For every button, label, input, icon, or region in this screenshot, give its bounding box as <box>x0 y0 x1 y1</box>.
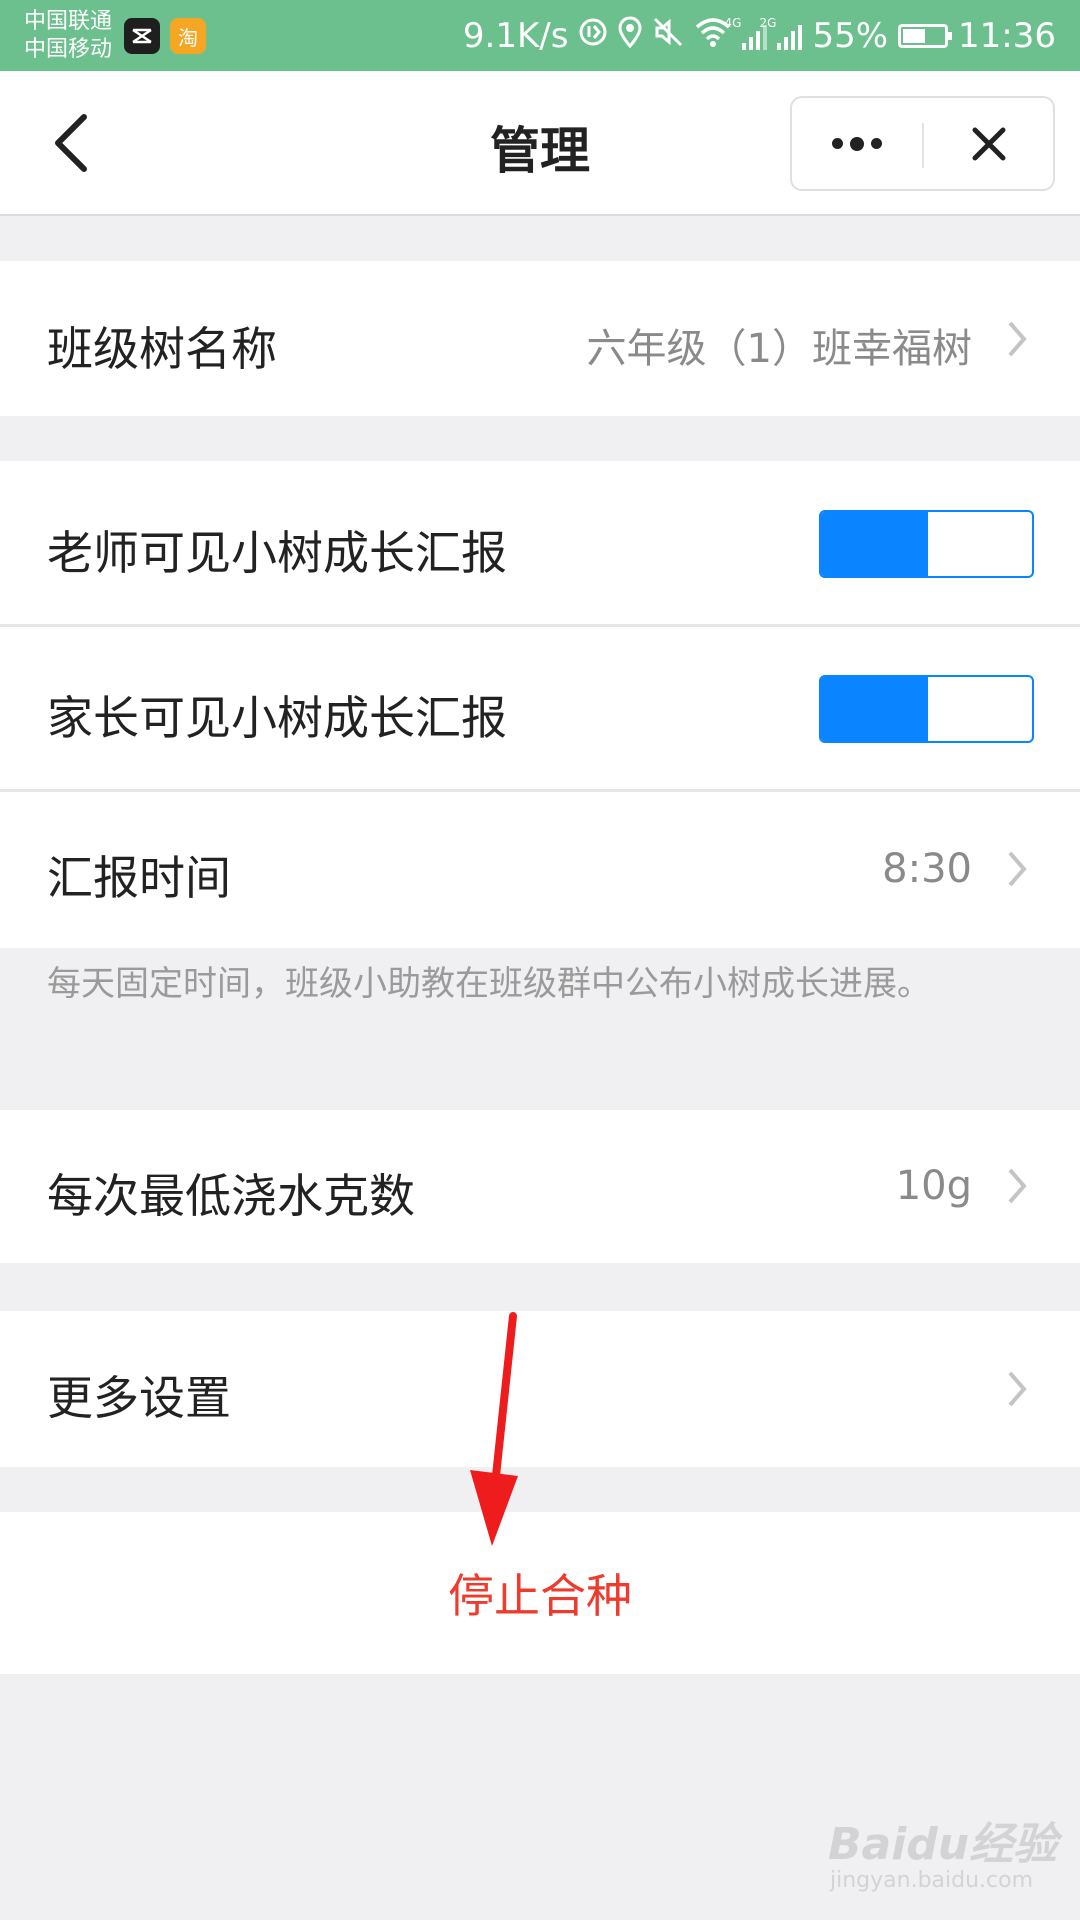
taobao-icon: 淘 <box>170 18 206 54</box>
data-saver-icon <box>578 16 608 56</box>
more-button[interactable] <box>792 98 922 189</box>
mini-program-capsule <box>790 96 1055 191</box>
chevron-right-icon <box>1008 321 1027 357</box>
stop-cotree-label: 停止合种 <box>448 1569 632 1623</box>
status-bar: 中国联通 中国移动 淘 9.1K/s 4G 2G 55% 11:36 <box>0 0 1080 71</box>
chevron-right-icon <box>1008 851 1027 887</box>
report-time-label: 汇报时间 <box>47 851 231 905</box>
stop-cotree-button[interactable]: 停止合种 <box>0 1512 1080 1674</box>
baidu-jingyan-watermark: Baidu经验 jingyan.baidu.com <box>828 1808 1058 1908</box>
teacher-visible-label: 老师可见小树成长汇报 <box>47 526 507 580</box>
parent-visible-label: 家长可见小树成长汇报 <box>47 691 507 745</box>
report-time-hint: 每天固定时间，班级小助教在班级群中公布小树成长进展。 <box>47 964 931 1004</box>
capcut-icon <box>124 18 160 54</box>
carrier-1: 中国联通 <box>24 9 113 34</box>
annotation-arrow-icon <box>470 1312 518 1546</box>
min-water-value: 10g <box>895 1163 972 1209</box>
watermark-url: jingyan.baidu.com <box>830 1868 1034 1893</box>
nav-bar: 管理 <box>0 71 1080 216</box>
parent-visible-row: 家长可见小树成长汇报 <box>0 627 1080 789</box>
signal-2g-icon: 2G <box>759 16 803 50</box>
more-dots-icon <box>832 136 882 151</box>
chevron-right-icon <box>1008 1371 1027 1407</box>
battery-icon <box>898 24 953 48</box>
more-settings-row[interactable]: 更多设置 <box>0 1311 1080 1467</box>
more-settings-label: 更多设置 <box>47 1371 231 1425</box>
teacher-visible-row: 老师可见小树成长汇报 <box>0 461 1080 624</box>
tree-name-label: 班级树名称 <box>47 322 277 376</box>
net-speed: 9.1K/s <box>462 16 569 56</box>
close-button[interactable] <box>924 98 1054 189</box>
parent-visible-toggle[interactable] <box>819 675 1034 743</box>
tree-name-row[interactable]: 班级树名称 六年级（1）班幸福树 <box>0 261 1080 416</box>
location-icon <box>618 15 642 57</box>
teacher-visible-toggle[interactable] <box>819 510 1034 578</box>
carrier-2: 中国移动 <box>24 37 113 62</box>
mute-icon <box>652 16 684 57</box>
tree-name-value: 六年级（1）班幸福树 <box>586 326 972 372</box>
clock: 11:36 <box>958 16 1056 56</box>
carrier-info: 中国联通 中国移动 <box>24 8 112 64</box>
report-time-row[interactable]: 汇报时间 8:30 <box>0 792 1080 948</box>
battery-percent: 55% <box>812 16 889 56</box>
chevron-right-icon <box>1008 1168 1027 1204</box>
report-time-value: 8:30 <box>882 846 972 892</box>
close-icon <box>972 127 1006 160</box>
watermark-brand: Baidu经验 <box>828 1819 1058 1870</box>
min-water-label: 每次最低浇水克数 <box>47 1169 415 1223</box>
min-water-row[interactable]: 每次最低浇水克数 10g <box>0 1110 1080 1263</box>
